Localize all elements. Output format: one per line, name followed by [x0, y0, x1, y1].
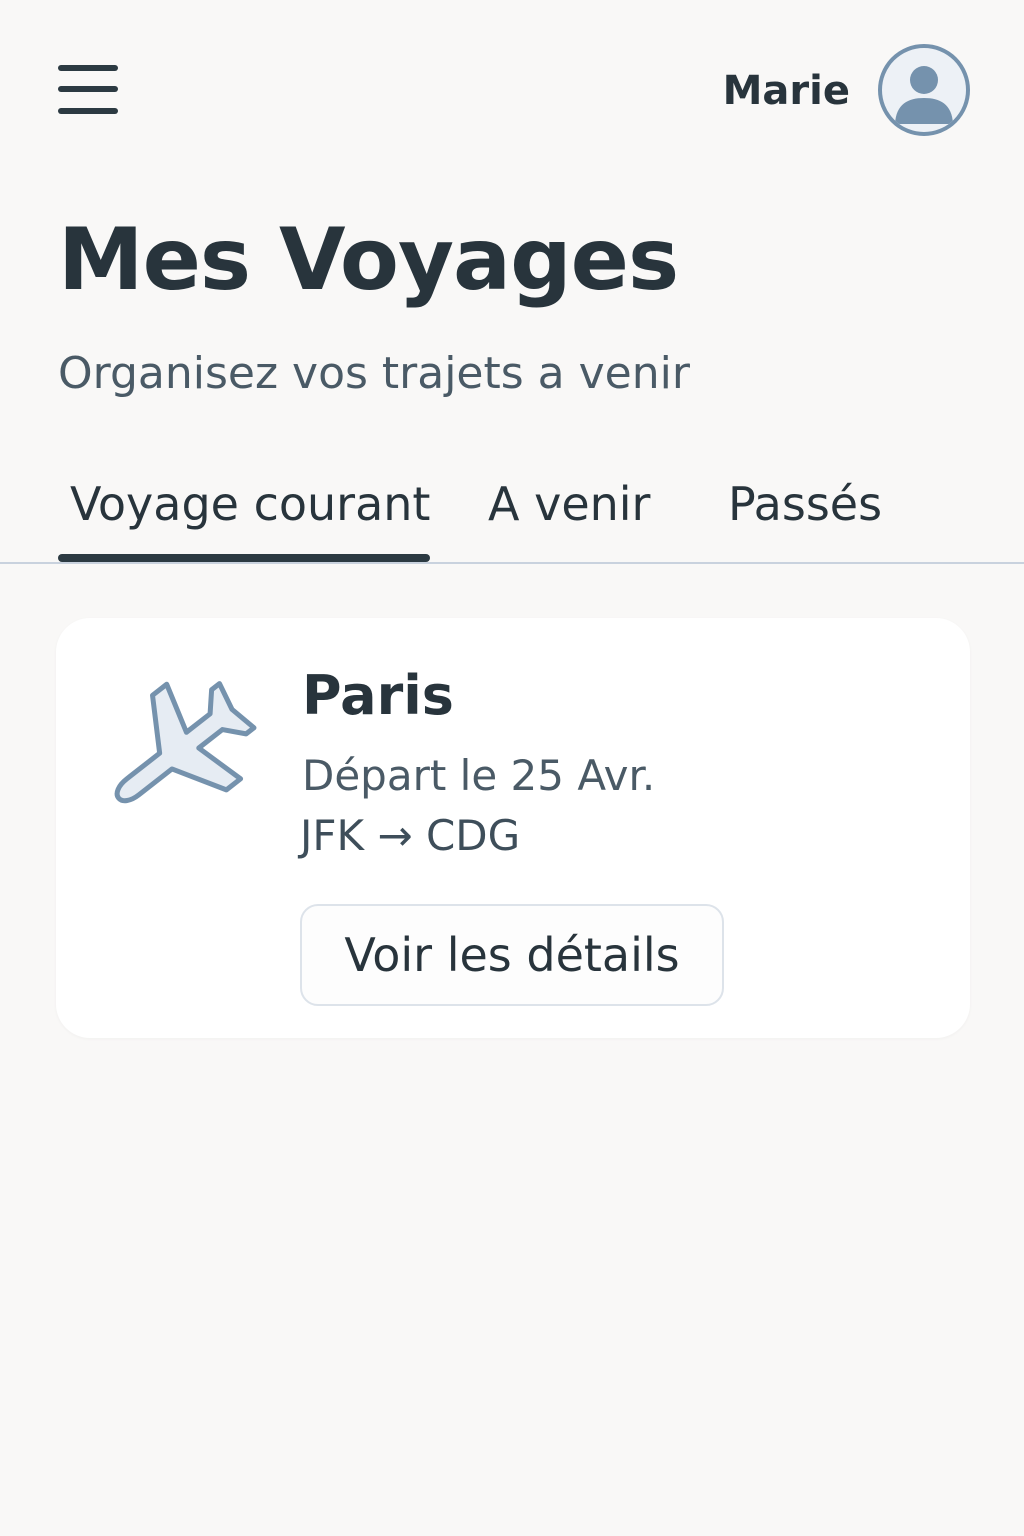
trip-card[interactable]: Paris Départ le 25 Avr. JFK → CDG Voir l… — [56, 618, 970, 1038]
tab-current-trip[interactable]: Voyage courant — [70, 474, 430, 534]
tab-upcoming[interactable]: A venir — [488, 474, 650, 534]
tab-past[interactable]: Passés — [728, 474, 882, 534]
user-avatar-icon — [895, 66, 953, 124]
trip-tabs: Voyage courant A venir Passés — [0, 466, 1024, 564]
active-tab-indicator — [58, 554, 430, 562]
user-name: Marie — [722, 68, 850, 114]
menu-button[interactable] — [56, 62, 120, 122]
view-details-button[interactable]: Voir les détails — [300, 904, 724, 1006]
page-subtitle: Organisez vos trajets a venir — [58, 348, 690, 399]
trips-screen: Marie Mes Voyages Organisez vos trajets … — [0, 0, 1024, 1536]
user-avatar[interactable] — [878, 44, 970, 136]
trip-route: JFK → CDG — [300, 811, 521, 860]
trip-departure-date: Départ le 25 Avr. — [302, 751, 656, 800]
airplane-icon — [114, 681, 257, 804]
page-title: Mes Voyages — [58, 210, 679, 310]
trip-destination: Paris — [302, 664, 454, 727]
